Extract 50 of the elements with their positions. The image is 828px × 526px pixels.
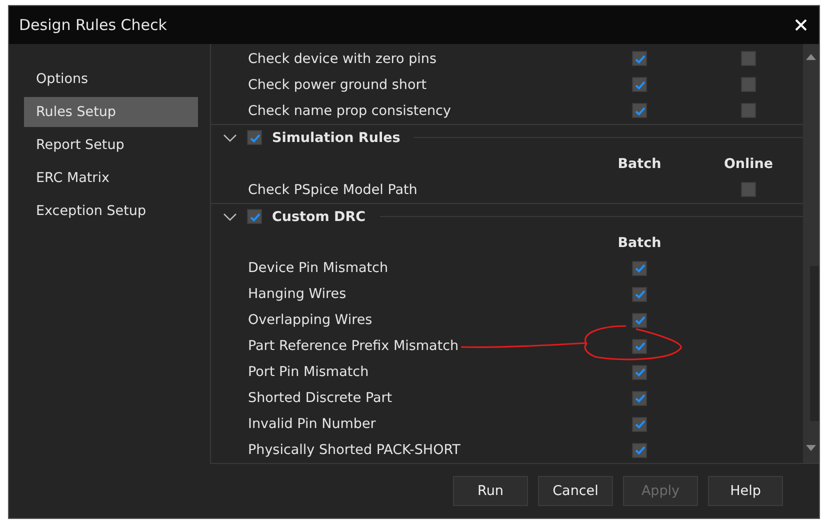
- column-header: Batch: [618, 156, 662, 172]
- dialog-button[interactable]: Run: [453, 476, 528, 506]
- checkbox[interactable]: [632, 260, 647, 276]
- checkbox[interactable]: [632, 416, 647, 432]
- rule-label: Hanging Wires: [248, 286, 346, 302]
- scroll-down-icon[interactable]: [806, 445, 816, 451]
- chevron-icon[interactable]: [223, 212, 237, 222]
- checkbox[interactable]: [247, 130, 262, 146]
- sidebar-item[interactable]: Report Setup: [24, 130, 198, 160]
- checkbox[interactable]: [247, 209, 262, 224]
- sidebar-item[interactable]: ERC Matrix: [24, 163, 198, 193]
- sidebar-item[interactable]: Exception Setup: [24, 196, 198, 226]
- section-title: Custom DRC: [272, 208, 366, 225]
- checkbox[interactable]: [632, 77, 647, 92]
- checkbox[interactable]: [741, 51, 756, 66]
- checkbox[interactable]: [632, 442, 647, 458]
- rule-label: Check device with zero pins: [248, 50, 436, 67]
- dialog-button[interactable]: Help: [708, 476, 783, 506]
- chevron-icon[interactable]: [223, 132, 237, 143]
- checkbox[interactable]: [741, 182, 756, 198]
- checkbox[interactable]: [632, 390, 647, 406]
- checkbox[interactable]: [741, 103, 756, 118]
- checkbox[interactable]: [741, 77, 756, 92]
- scroll-thumb[interactable]: [810, 266, 819, 421]
- rule-label: Device Pin Mismatch: [248, 260, 388, 276]
- checkbox[interactable]: [632, 286, 647, 302]
- checkbox[interactable]: [632, 51, 647, 66]
- sidebar-item[interactable]: Rules Setup: [24, 97, 198, 127]
- rule-label: Port Pin Mismatch: [248, 364, 369, 380]
- rule-label: Part Reference Prefix Mismatch: [248, 338, 459, 354]
- rule-label: Check name prop consistency: [248, 102, 451, 119]
- dialog-button[interactable]: Cancel: [538, 476, 613, 506]
- rule-label: Shorted Discrete Part: [248, 390, 392, 406]
- rule-label: Invalid Pin Number: [248, 416, 376, 432]
- column-header: Online: [724, 156, 774, 172]
- close-icon[interactable]: [795, 19, 807, 31]
- checkbox[interactable]: [632, 103, 647, 118]
- sidebar-item[interactable]: Options: [24, 64, 198, 94]
- section-title: Simulation Rules: [272, 130, 400, 146]
- column-header: Batch: [618, 234, 662, 251]
- checkbox[interactable]: [632, 312, 647, 328]
- window-title: Design Rules Check: [19, 16, 167, 34]
- rule-label: Physically Shorted PACK-SHORT: [248, 442, 460, 458]
- rule-label: Check power ground short: [248, 76, 427, 93]
- scrollbar[interactable]: [803, 44, 819, 463]
- rule-label: Overlapping Wires: [248, 312, 372, 328]
- scroll-up-icon[interactable]: [806, 54, 816, 60]
- checkbox[interactable]: [632, 364, 647, 380]
- checkbox[interactable]: [632, 338, 647, 354]
- rule-label: Check PSpice Model Path: [248, 182, 418, 198]
